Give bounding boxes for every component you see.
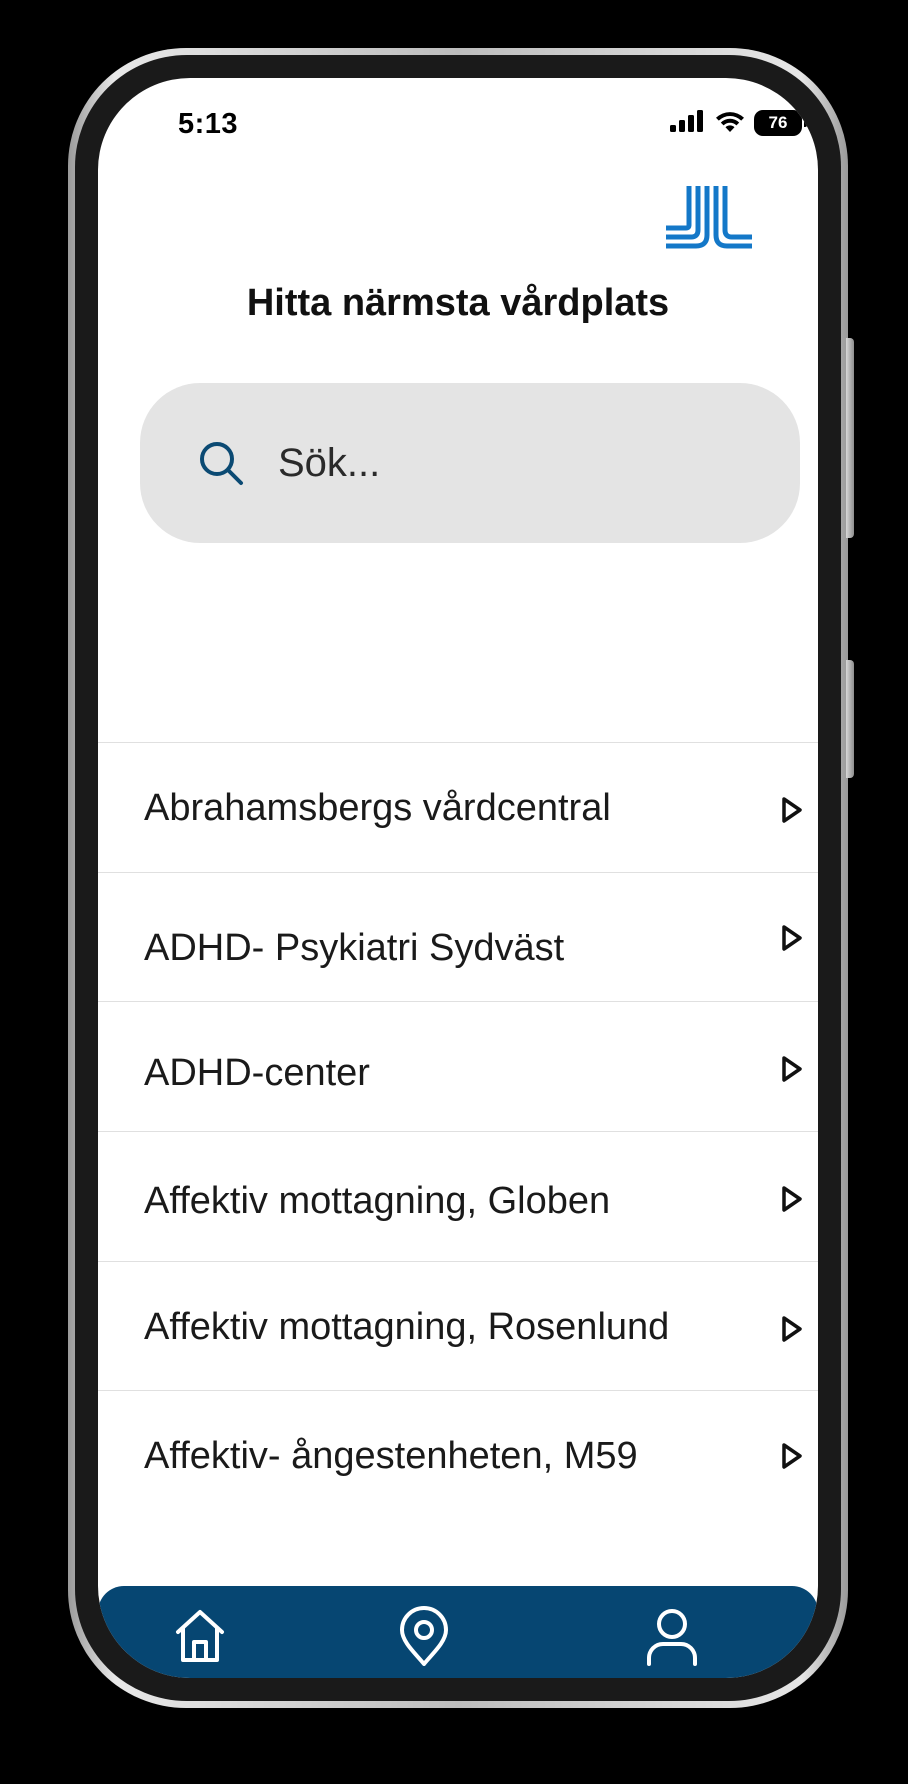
list-item-label: Affektiv mottagning, Globen — [144, 1180, 611, 1222]
search-icon — [198, 439, 246, 487]
battery-icon: 76 — [754, 110, 807, 136]
play-arrow-icon — [782, 1443, 802, 1469]
play-arrow-icon — [782, 1056, 802, 1082]
play-arrow-icon — [782, 797, 802, 823]
volume-up-button — [846, 338, 854, 538]
search-bar[interactable] — [140, 383, 800, 543]
volume-down-button — [846, 660, 854, 778]
list-item[interactable]: Affektiv mottagning, Globen — [98, 1132, 818, 1262]
list-item-label: Abrahamsbergs vårdcentral — [144, 787, 611, 829]
play-arrow-icon — [782, 1186, 802, 1212]
user-profile-icon[interactable] — [644, 1606, 700, 1666]
list-item[interactable]: ADHD- Psykiatri Sydväst — [98, 873, 818, 1002]
status-icons: 76 — [670, 110, 807, 136]
battery-level: 76 — [768, 113, 788, 132]
care-location-list: Abrahamsbergs vårdcentral ADHD- Psykiatr… — [98, 742, 818, 1531]
region-stockholm-logo — [666, 186, 752, 249]
list-item[interactable]: Affektiv mottagning, Rosenlund — [98, 1262, 818, 1391]
app-screen: 5:13 76 Hitta närmsta vårdplats Sök... A… — [98, 78, 818, 1678]
list-item[interactable]: Affektiv- ångestenheten, M59 — [98, 1391, 818, 1531]
bottom-navigation-bar — [98, 1586, 818, 1678]
list-item-label: ADHD-center — [144, 1052, 370, 1094]
wifi-icon — [716, 112, 744, 132]
cellular-signal-icon — [670, 110, 703, 132]
list-item-label: Affektiv mottagning, Rosenlund — [144, 1306, 670, 1348]
list-item[interactable]: ADHD-center — [98, 1002, 818, 1132]
search-input[interactable] — [276, 439, 740, 487]
list-item[interactable]: Abrahamsbergs vårdcentral — [98, 743, 818, 873]
status-time: 5:13 — [178, 108, 239, 140]
list-item-label: Affektiv- ångestenheten, M59 — [144, 1435, 638, 1477]
page-title: Hitta närmsta vårdplats — [246, 282, 670, 324]
location-pin-icon[interactable] — [396, 1606, 452, 1666]
list-item-label: ADHD- Psykiatri Sydväst — [144, 927, 565, 969]
play-arrow-icon — [782, 1316, 802, 1342]
status-bar: 5:13 76 — [98, 78, 818, 168]
play-arrow-icon — [782, 925, 802, 951]
home-icon[interactable] — [172, 1606, 228, 1666]
